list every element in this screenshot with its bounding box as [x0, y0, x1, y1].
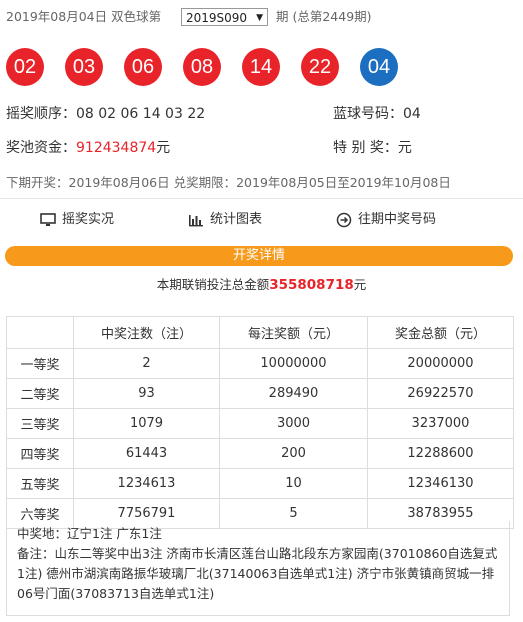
- remark-text: 备注：山东二等奖中出3注 济南市长清区莲台山路北段东方家园南(37010860自…: [17, 546, 498, 601]
- sales-total: 本期联销投注总金额355808718元: [156, 277, 367, 293]
- red-ball: 02: [6, 48, 44, 86]
- winning-notes: 中奖地：辽宁1注 广东1注 备注：山东二等奖中出3注 济南市长清区莲台山路北段东…: [6, 521, 510, 616]
- winning-locations: 中奖地：辽宁1注 广东1注: [17, 526, 162, 541]
- table-row: 三等奖 1079 3000 3237000: [6, 408, 514, 439]
- red-ball: 06: [124, 48, 162, 86]
- blue-number: 蓝球号码：04: [333, 106, 421, 122]
- winning-balls: 02 03 06 08 14 22 04: [0, 48, 523, 88]
- table-header: [6, 316, 74, 349]
- prize-pool: 奖池资金：912434874元: [6, 140, 171, 156]
- table-row: 一等奖 2 10000000 20000000: [6, 348, 514, 379]
- next-draw-info: 下期开奖：2019年08月06日 兑奖期限：2019年08月05日至2019年1…: [6, 175, 451, 190]
- pool-row: 奖池资金：912434874元 特 别 奖：元: [0, 136, 523, 160]
- table-header: 中奖注数（注）: [73, 316, 220, 349]
- draw-order-row: 摇奖顺序：08 02 06 14 03 22 蓝球号码：04: [0, 102, 523, 126]
- arrow-circle-icon: [336, 212, 352, 228]
- red-ball: 08: [183, 48, 221, 86]
- issue-period: 期 (总第2449期): [276, 9, 372, 24]
- table-row: 四等奖 61443 200 12288600: [6, 438, 514, 469]
- history-results-link[interactable]: 往期中奖号码: [336, 206, 436, 234]
- draw-date: 2019年08月04日 双色球第: [6, 9, 162, 24]
- sales-amount: 355808718: [269, 277, 354, 293]
- table-header-row: 中奖注数（注） 每注奖额（元） 奖金总额（元）: [6, 316, 514, 349]
- table-row: 二等奖 93 289490 26922570: [6, 378, 514, 409]
- red-ball: 03: [65, 48, 103, 86]
- stats-chart-link[interactable]: 统计图表: [188, 206, 262, 234]
- blue-ball: 04: [360, 48, 398, 86]
- issue-select-value: 2019S090: [186, 11, 248, 25]
- table-header: 奖金总额（元）: [367, 316, 514, 349]
- table-header: 每注奖额（元）: [219, 316, 368, 349]
- special-prize: 特 别 奖：元: [333, 140, 412, 156]
- prize-table: 中奖注数（注） 每注奖额（元） 奖金总额（元） 一等奖 2 10000000 2000…: [6, 316, 514, 529]
- draw-header: 2019年08月04日 双色球第 2019S090 ▼ 期 (总第2449期): [0, 2, 523, 32]
- red-ball: 14: [242, 48, 280, 86]
- lottery-result-page: 2019年08月04日 双色球第 2019S090 ▼ 期 (总第2449期) …: [0, 0, 523, 622]
- monitor-icon: [40, 213, 56, 226]
- draw-order: 摇奖顺序：08 02 06 14 03 22: [6, 106, 206, 122]
- details-bar: 开奖详情: [5, 246, 513, 266]
- pool-amount: 912434874: [76, 140, 157, 156]
- red-ball: 22: [301, 48, 339, 86]
- result-links: 摇奖实况 统计图表 往期中奖号码: [0, 206, 523, 234]
- divider: [0, 198, 523, 199]
- live-draw-link[interactable]: 摇奖实况: [40, 206, 114, 234]
- chevron-down-icon: ▼: [256, 13, 263, 23]
- bar-chart-icon: [189, 215, 203, 227]
- table-row: 五等奖 1234613 10 12346130: [6, 468, 514, 499]
- issue-select[interactable]: 2019S090 ▼: [181, 8, 268, 26]
